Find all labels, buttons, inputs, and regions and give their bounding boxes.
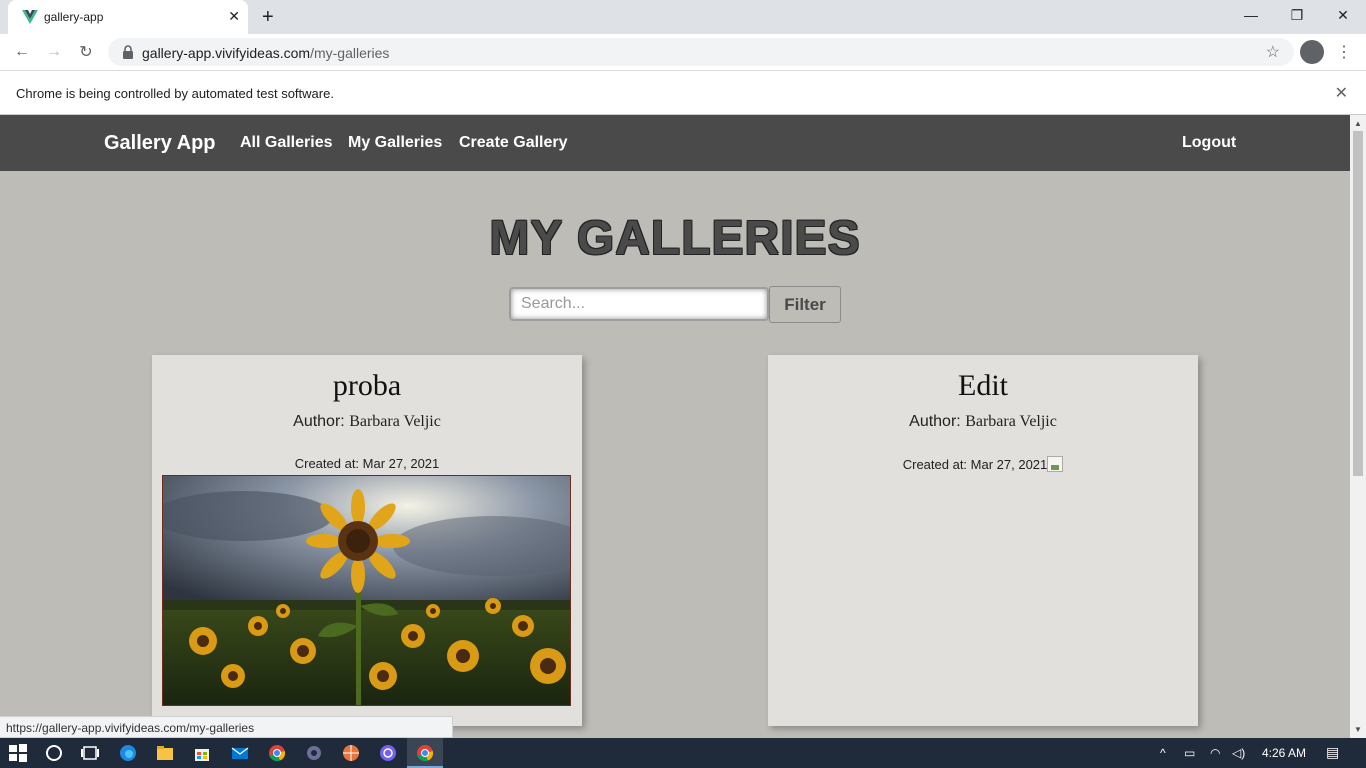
active-chrome-taskbar-button[interactable] (407, 738, 443, 768)
settings-gear-icon[interactable] (304, 743, 324, 763)
app-navbar: Gallery App All Galleries My Galleries C… (0, 115, 1350, 171)
search-icon[interactable] (44, 743, 64, 763)
gallery-author: Author: Barbara Veljic (909, 413, 1057, 430)
author-link[interactable]: Barbara Veljic (965, 413, 1057, 430)
filter-button[interactable]: Filter (769, 286, 841, 323)
wifi-icon[interactable]: ◠ (1210, 746, 1220, 760)
viber-icon[interactable] (378, 743, 398, 763)
gallery-author: Author: Barbara Veljic (293, 413, 441, 430)
windows-start-icon[interactable] (8, 743, 28, 763)
scroll-up-icon[interactable]: ▲ (1354, 119, 1362, 128)
store-icon[interactable] (192, 743, 212, 763)
tab-title: gallery-app (44, 10, 104, 24)
page-title: MY GALLERIES (489, 212, 861, 265)
logout-link[interactable]: Logout (1182, 134, 1236, 152)
nav-create-gallery[interactable]: Create Gallery (459, 134, 568, 152)
browser-menu-icon[interactable]: ⋮ (1336, 42, 1352, 62)
scroll-down-icon[interactable]: ▼ (1354, 725, 1362, 734)
nav-all-galleries[interactable]: All Galleries (240, 134, 333, 152)
nav-my-galleries[interactable]: My Galleries (348, 134, 442, 152)
automation-infobar: Chrome is being controlled by automated … (0, 70, 1366, 115)
notification-center-icon[interactable]: ▤ (1326, 744, 1339, 761)
scrollbar-thumb[interactable] (1353, 131, 1363, 476)
basketball-app-icon[interactable] (341, 743, 361, 763)
browser-toolbar: ← → ↻ gallery-app.vivifyideas.com/my-gal… (0, 34, 1366, 70)
gallery-title[interactable]: proba (152, 369, 582, 403)
page-scrollbar[interactable]: ▲ ▼ (1350, 115, 1366, 738)
lock-icon (123, 45, 133, 59)
chrome-icon[interactable] (267, 743, 287, 763)
gallery-card: Edit Author: Barbara Veljic Created at: … (768, 355, 1198, 726)
new-tab-icon[interactable]: + (262, 6, 274, 29)
file-explorer-icon[interactable] (155, 743, 175, 763)
gallery-created-date: Created at: Mar 27, 2021 (768, 456, 1198, 472)
forward-icon[interactable]: → (42, 40, 66, 64)
browser-tab[interactable]: gallery-app ✕ (8, 0, 248, 34)
gallery-card: proba Author: Barbara Veljic Created at:… (152, 355, 582, 726)
volume-icon[interactable]: ◁) (1232, 746, 1245, 760)
url-text: gallery-app.vivifyideas.com/my-galleries (142, 45, 390, 61)
link-status-bar: https://gallery-app.vivifyideas.com/my-g… (0, 716, 453, 738)
back-icon[interactable]: ← (10, 40, 34, 64)
page-viewport: Gallery App All Galleries My Galleries C… (0, 115, 1350, 738)
address-bar[interactable]: gallery-app.vivifyideas.com/my-galleries… (108, 38, 1294, 66)
infobar-close-icon[interactable]: ✕ (1335, 83, 1348, 103)
bookmark-star-icon[interactable]: ☆ (1266, 42, 1280, 62)
mail-icon[interactable] (230, 743, 250, 763)
tab-close-icon[interactable]: ✕ (228, 8, 240, 25)
infobar-message: Chrome is being controlled by automated … (16, 86, 334, 101)
edge-browser-icon[interactable] (118, 743, 138, 763)
vue-logo-icon (22, 10, 38, 24)
profile-avatar-icon[interactable] (1300, 40, 1324, 64)
gallery-title[interactable]: Edit (768, 369, 1198, 403)
window-close-icon[interactable]: ✕ (1320, 0, 1366, 30)
task-view-icon[interactable] (80, 743, 100, 763)
chrome-icon (417, 745, 434, 762)
broken-image-icon[interactable] (1047, 456, 1064, 472)
gallery-created-date: Created at: Mar 27, 2021 (294, 456, 440, 471)
restore-icon[interactable]: ❐ (1274, 0, 1320, 30)
minimize-icon[interactable]: — (1228, 0, 1274, 30)
app-brand[interactable]: Gallery App (104, 132, 216, 155)
author-link[interactable]: Barbara Veljic (349, 413, 441, 430)
clock[interactable]: 4:26 AM (1262, 746, 1306, 760)
windows-taskbar: ^ ▭ ◠ ◁) 4:26 AM ▤ (0, 738, 1366, 768)
battery-icon[interactable]: ▭ (1184, 746, 1195, 760)
browser-tab-strip: gallery-app ✕ + — ❐ ✕ (0, 0, 1366, 34)
reload-icon[interactable]: ↻ (74, 40, 98, 64)
sunflower-field-photo[interactable] (162, 475, 571, 706)
search-input[interactable]: Search... (509, 287, 769, 321)
tray-chevron-icon[interactable]: ^ (1160, 746, 1166, 760)
